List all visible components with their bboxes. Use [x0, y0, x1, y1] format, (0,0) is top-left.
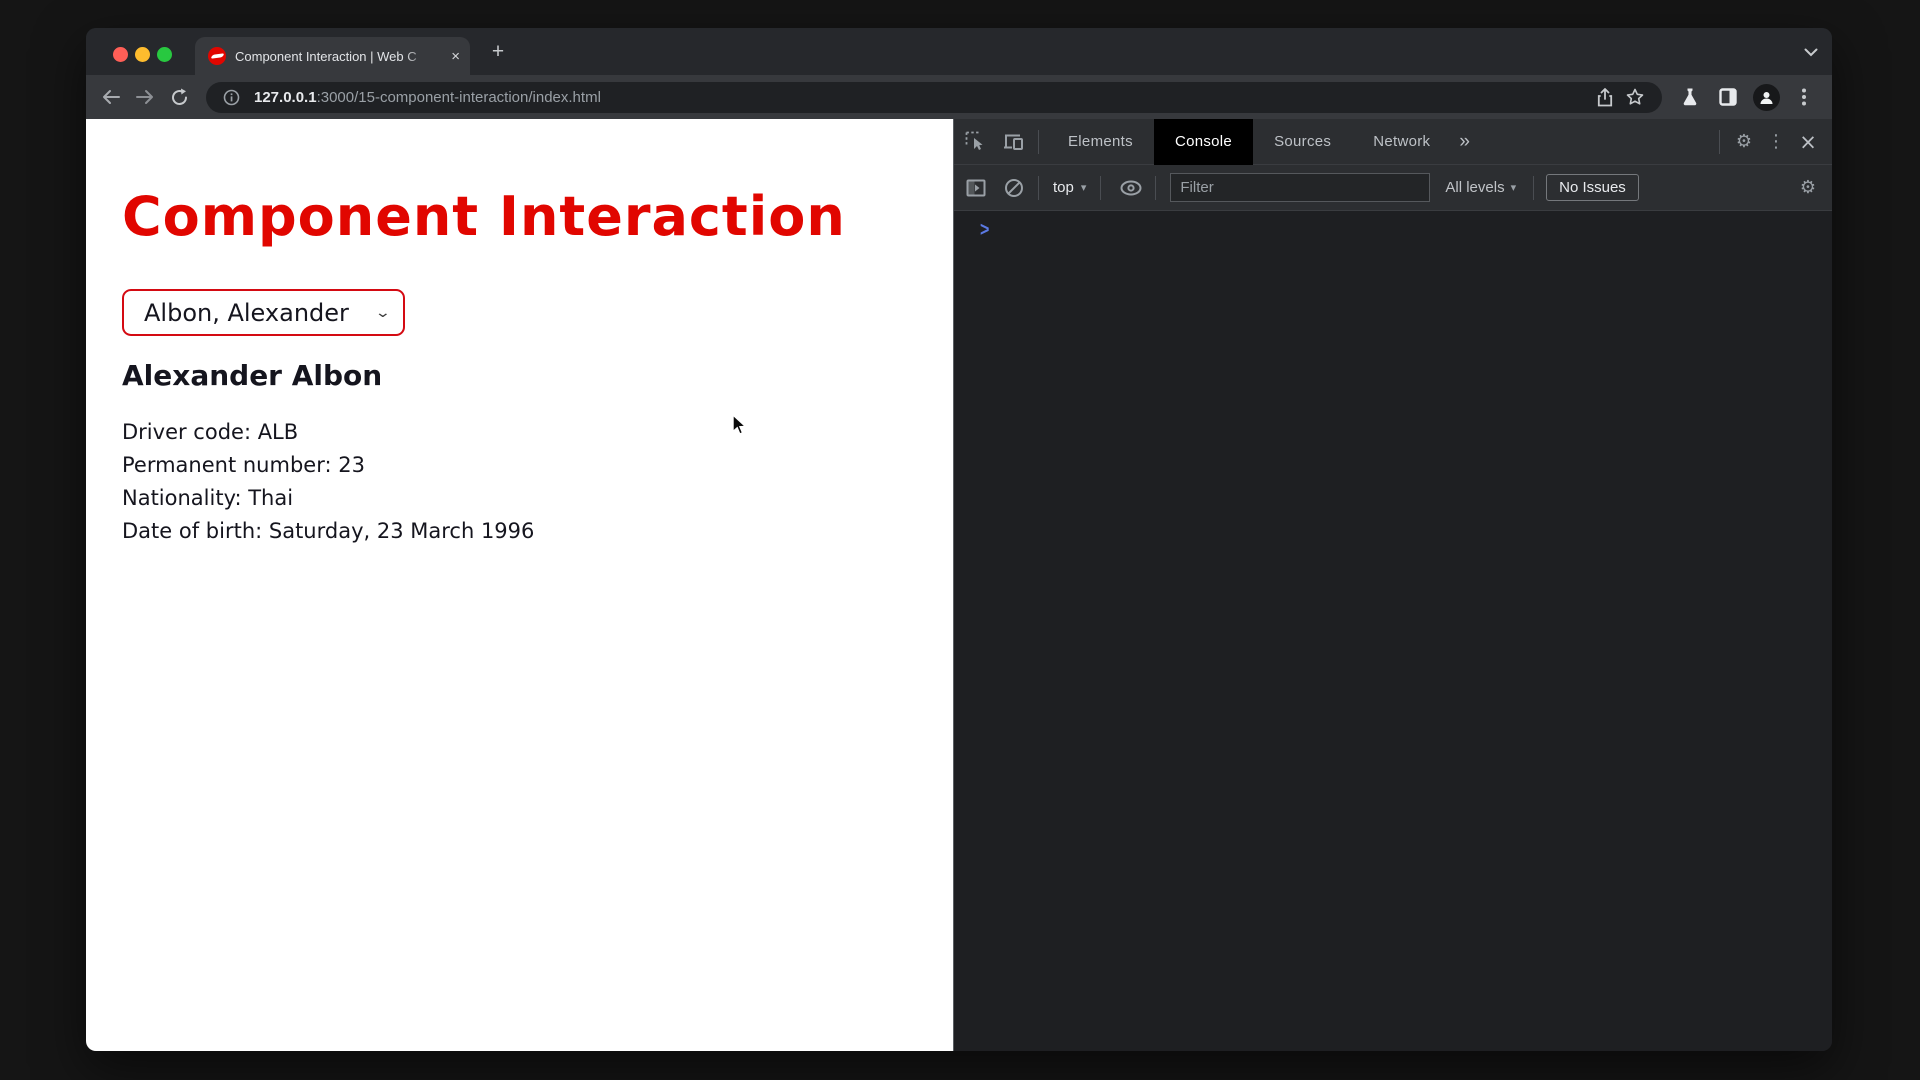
close-window-button[interactable]	[113, 47, 128, 62]
console-settings-gear-icon[interactable]: ⚙	[1792, 172, 1824, 204]
desktop-background: Component Interaction | Web C × +	[0, 0, 1920, 1080]
device-toolbar-icon[interactable]	[998, 126, 1030, 158]
log-level-selector[interactable]: All levels ▾	[1436, 179, 1525, 196]
devtools-panel: Elements Console Sources Network » ⚙ ⋮ ×	[953, 119, 1832, 1051]
driver-details: Driver code: ALB Permanent number: 23 Na…	[122, 416, 534, 548]
nationality-line: Nationality: Thai	[122, 482, 534, 515]
close-tab-icon[interactable]: ×	[451, 49, 460, 64]
profile-avatar[interactable]	[1750, 80, 1782, 114]
chevron-down-icon[interactable]	[1804, 44, 1818, 62]
zoom-window-button[interactable]	[157, 47, 172, 62]
console-output-area[interactable]: >	[954, 211, 1832, 1051]
share-icon[interactable]	[1590, 82, 1620, 112]
url-host: 127.0.0.1	[254, 89, 317, 106]
forward-button[interactable]	[128, 80, 162, 114]
minimize-window-button[interactable]	[135, 47, 150, 62]
log-level-value: All levels	[1445, 179, 1504, 196]
divider	[1100, 176, 1101, 200]
web-page: Component Interaction Albon, Alexander ⌄…	[86, 119, 953, 1051]
devtools-menu-kebab-icon[interactable]: ⋮	[1760, 126, 1792, 158]
browser-toolbar: 127.0.0.1:3000/15-component-interaction/…	[86, 75, 1832, 119]
tab-elements[interactable]: Elements	[1047, 119, 1154, 165]
caret-down-icon: ▾	[1081, 181, 1087, 194]
inspect-element-icon[interactable]	[960, 126, 992, 158]
context-selector-value: top	[1053, 179, 1074, 196]
driver-select[interactable]: Albon, Alexander ⌄	[122, 289, 405, 336]
side-panel-icon[interactable]	[1712, 80, 1744, 114]
devtools-tab-bar: Elements Console Sources Network » ⚙ ⋮ ×	[954, 119, 1832, 165]
clear-console-icon[interactable]	[998, 172, 1030, 204]
page-title: Component Interaction	[122, 185, 846, 248]
date-of-birth-line: Date of birth: Saturday, 23 March 1996	[122, 515, 534, 548]
url-text: 127.0.0.1:3000/15-component-interaction/…	[254, 89, 601, 106]
context-selector[interactable]: top ▾	[1047, 179, 1092, 196]
live-expression-eye-icon[interactable]	[1115, 172, 1147, 204]
console-sidebar-toggle-icon[interactable]	[960, 172, 992, 204]
divider	[1719, 130, 1720, 154]
console-filter-input[interactable]	[1170, 173, 1430, 202]
devtools-close-icon[interactable]: ×	[1792, 126, 1824, 158]
divider	[1533, 176, 1534, 200]
driver-name-heading: Alexander Albon	[122, 359, 382, 392]
new-tab-button[interactable]: +	[484, 38, 512, 66]
divider	[1038, 176, 1039, 200]
caret-down-icon: ▾	[1511, 181, 1517, 194]
more-tabs-icon[interactable]: »	[1451, 131, 1478, 153]
address-bar[interactable]: 127.0.0.1:3000/15-component-interaction/…	[206, 82, 1662, 113]
divider	[1155, 176, 1156, 200]
console-toolbar: top ▾ All levels ▾	[954, 165, 1832, 211]
driver-select-value: Albon, Alexander	[144, 299, 349, 327]
window-content: Component Interaction Albon, Alexander ⌄…	[86, 119, 1832, 1051]
select-chevron-down-icon: ⌄	[375, 305, 391, 321]
mouse-cursor	[731, 414, 750, 441]
console-prompt-chevron: >	[980, 220, 989, 243]
tab-strip: Component Interaction | Web C × +	[86, 28, 1832, 75]
tab-network[interactable]: Network	[1352, 119, 1451, 165]
driver-code-line: Driver code: ALB	[122, 416, 534, 449]
tab-title: Component Interaction | Web C	[235, 49, 433, 64]
divider	[1038, 130, 1039, 154]
tab-sources[interactable]: Sources	[1253, 119, 1352, 165]
browser-window: Component Interaction | Web C × +	[86, 28, 1832, 1051]
site-info-icon[interactable]	[216, 82, 246, 112]
experiments-flask-icon[interactable]	[1674, 80, 1706, 114]
bookmark-star-icon[interactable]	[1620, 82, 1650, 112]
permanent-number-line: Permanent number: 23	[122, 449, 534, 482]
tab-console[interactable]: Console	[1154, 119, 1253, 165]
url-path: :3000/15-component-interaction/index.htm…	[317, 89, 601, 106]
window-controls	[113, 47, 172, 62]
browser-menu-kebab-icon[interactable]	[1788, 80, 1820, 114]
browser-tab[interactable]: Component Interaction | Web C ×	[195, 37, 470, 75]
issues-badge[interactable]: No Issues	[1546, 174, 1639, 201]
back-button[interactable]	[94, 80, 128, 114]
devtools-settings-gear-icon[interactable]: ⚙	[1728, 126, 1760, 158]
reload-button[interactable]	[162, 80, 196, 114]
toolbar-right-icons	[1674, 80, 1820, 114]
f1-favicon-icon	[208, 47, 226, 65]
